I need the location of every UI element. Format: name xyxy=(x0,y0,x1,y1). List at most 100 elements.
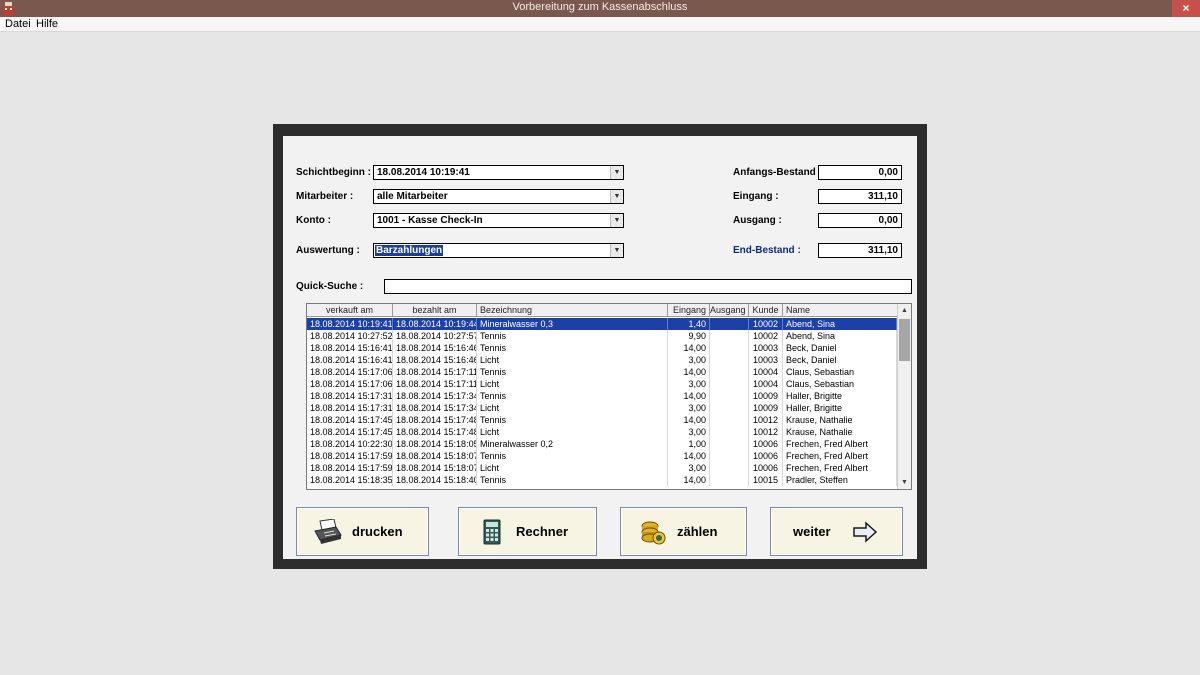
table-row[interactable]: 18.08.2014 15:17:59 18.08.2014 15:18:07 Li… xyxy=(307,462,897,474)
col-name[interactable]: Name xyxy=(783,304,897,317)
cell-name: Krause, Nathalie xyxy=(783,426,897,438)
cell-kunde: 10002 xyxy=(749,330,783,342)
table-row[interactable]: 18.08.2014 15:17:59 18.08.2014 15:18:07 Te… xyxy=(307,450,897,462)
end-bestand-value: 311,10 xyxy=(818,243,902,258)
table-row[interactable]: 18.08.2014 15:17:31 18.08.2014 15:17:34 Li… xyxy=(307,402,897,414)
count-button[interactable]: zählen xyxy=(620,507,747,556)
menu-datei[interactable]: Datei xyxy=(5,18,31,30)
cell-bezeichnung: Tennis xyxy=(477,450,668,462)
scroll-up-icon[interactable]: ▲ xyxy=(898,304,911,317)
cell-verkauft-am: 18.08.2014 15:17:06 xyxy=(307,366,393,378)
cell-name: Claus, Sebastian xyxy=(783,366,897,378)
col-bezahlt-am[interactable]: bezahlt am xyxy=(393,304,477,317)
cell-bezahlt-am: 18.08.2014 15:17:11 xyxy=(393,366,477,378)
cell-ausgang xyxy=(710,402,749,414)
auswertung-select[interactable]: Barzahlungen ▼ xyxy=(373,243,624,258)
cell-bezeichnung: Tennis xyxy=(477,330,668,342)
scroll-down-icon[interactable]: ▼ xyxy=(898,476,911,489)
table-row[interactable]: 18.08.2014 15:16:41 18.08.2014 15:16:46 Li… xyxy=(307,354,897,366)
cell-kunde: 10002 xyxy=(749,318,783,330)
cell-eingang: 14,00 xyxy=(668,450,710,462)
cell-ausgang xyxy=(710,330,749,342)
print-button-label: drucken xyxy=(352,524,403,539)
cell-verkauft-am: 18.08.2014 15:17:31 xyxy=(307,390,393,402)
chevron-down-icon[interactable]: ▼ xyxy=(610,190,623,203)
chevron-down-icon[interactable]: ▼ xyxy=(610,166,623,179)
schichtbeginn-value: 18.08.2014 10:19:41 xyxy=(377,167,470,178)
table-row[interactable]: 18.08.2014 15:18:35 18.08.2014 15:18:40 Te… xyxy=(307,474,897,486)
cell-ausgang xyxy=(710,414,749,426)
cell-verkauft-am: 18.08.2014 15:16:41 xyxy=(307,354,393,366)
konto-value: 1001 - Kasse Check-In xyxy=(377,215,483,226)
close-button[interactable]: × xyxy=(1172,0,1200,17)
cell-kunde: 10009 xyxy=(749,402,783,414)
auswertung-value: Barzahlungen xyxy=(375,245,444,256)
cell-verkauft-am: 18.08.2014 15:18:35 xyxy=(307,474,393,486)
next-button[interactable]: weiter xyxy=(770,507,903,556)
cell-eingang: 3,00 xyxy=(668,378,710,390)
schichtbeginn-select[interactable]: 18.08.2014 10:19:41 ▼ xyxy=(373,165,624,180)
cell-eingang: 14,00 xyxy=(668,366,710,378)
mitarbeiter-value: alle Mitarbeiter xyxy=(377,191,448,202)
menu-bar: Datei Hilfe xyxy=(0,17,1200,32)
anfangs-bestand-label: Anfangs-Bestand : xyxy=(733,167,822,178)
cell-eingang: 14,00 xyxy=(668,342,710,354)
cell-verkauft-am: 18.08.2014 15:17:06 xyxy=(307,378,393,390)
chevron-down-icon[interactable]: ▼ xyxy=(610,214,623,227)
cell-eingang: 9,90 xyxy=(668,330,710,342)
cell-ausgang xyxy=(710,438,749,450)
col-kunde[interactable]: Kunde xyxy=(749,304,783,317)
print-button[interactable]: drucken xyxy=(296,507,429,556)
cell-eingang: 3,00 xyxy=(668,462,710,474)
cell-ausgang xyxy=(710,318,749,330)
anfangs-bestand-value: 0,00 xyxy=(818,165,902,180)
cell-name: Claus, Sebastian xyxy=(783,378,897,390)
col-verkauft-am[interactable]: verkauft am xyxy=(307,304,393,317)
window-title: Vorbereitung zum Kassenabschluss xyxy=(512,1,688,13)
schichtbeginn-label: Schichtbeginn : xyxy=(296,167,371,178)
cell-kunde: 10006 xyxy=(749,450,783,462)
table-row[interactable]: 18.08.2014 10:22:30 18.08.2014 15:18:05 Mi… xyxy=(307,438,897,450)
table-row[interactable]: 18.08.2014 15:17:45 18.08.2014 15:17:48 Li… xyxy=(307,426,897,438)
table-row[interactable]: 18.08.2014 15:17:06 18.08.2014 15:17:11 Li… xyxy=(307,378,897,390)
cell-name: Beck, Daniel xyxy=(783,342,897,354)
col-eingang[interactable]: Eingang xyxy=(668,304,710,317)
cell-ausgang xyxy=(710,474,749,486)
cell-bezahlt-am: 18.08.2014 10:27:57 xyxy=(393,330,477,342)
table-row[interactable]: 18.08.2014 15:17:31 18.08.2014 15:17:34 Te… xyxy=(307,390,897,402)
cell-name: Beck, Daniel xyxy=(783,354,897,366)
col-bezeichnung[interactable]: Bezeichnung xyxy=(477,304,668,317)
cell-verkauft-am: 18.08.2014 15:17:59 xyxy=(307,450,393,462)
cell-ausgang xyxy=(710,462,749,474)
calculator-button[interactable]: Rechner xyxy=(458,507,597,556)
table-row[interactable]: 18.08.2014 10:19:41 18.08.2014 10:19:44 Mi… xyxy=(307,318,897,330)
transactions-table[interactable]: verkauft am bezahlt am Bezeichnung Einga… xyxy=(306,303,912,490)
quick-search-label: Quick-Suche : xyxy=(296,281,364,292)
cell-ausgang xyxy=(710,390,749,402)
cell-bezeichnung: Licht xyxy=(477,354,668,366)
menu-hilfe[interactable]: Hilfe xyxy=(36,18,58,30)
cell-verkauft-am: 18.08.2014 10:19:41 xyxy=(307,318,393,330)
arrow-right-icon xyxy=(853,521,878,543)
cell-bezahlt-am: 18.08.2014 15:16:46 xyxy=(393,354,477,366)
table-row[interactable]: 18.08.2014 15:17:45 18.08.2014 15:17:48 Te… xyxy=(307,414,897,426)
table-scrollbar[interactable]: ▲ ▼ xyxy=(897,304,911,489)
cell-name: Pradler, Steffen xyxy=(783,474,897,486)
auswertung-label: Auswertung : xyxy=(296,245,360,256)
calculator-button-label: Rechner xyxy=(516,524,569,539)
quick-search-input[interactable] xyxy=(384,279,912,294)
col-ausgang[interactable]: Ausgang xyxy=(710,304,749,317)
mitarbeiter-select[interactable]: alle Mitarbeiter ▼ xyxy=(373,189,624,204)
chevron-down-icon[interactable]: ▼ xyxy=(610,244,623,257)
scroll-thumb[interactable] xyxy=(899,319,910,361)
cell-bezeichnung: Tennis xyxy=(477,474,668,486)
cell-kunde: 10004 xyxy=(749,366,783,378)
table-row[interactable]: 18.08.2014 10:27:52 18.08.2014 10:27:57 Te… xyxy=(307,330,897,342)
cell-eingang: 14,00 xyxy=(668,474,710,486)
table-row[interactable]: 18.08.2014 15:16:41 18.08.2014 15:16:46 Te… xyxy=(307,342,897,354)
ausgang-value: 0,00 xyxy=(818,213,902,228)
konto-select[interactable]: 1001 - Kasse Check-In ▼ xyxy=(373,213,624,228)
table-row[interactable]: 18.08.2014 15:17:06 18.08.2014 15:17:11 Te… xyxy=(307,366,897,378)
printer-icon xyxy=(314,519,342,544)
cell-ausgang xyxy=(710,342,749,354)
